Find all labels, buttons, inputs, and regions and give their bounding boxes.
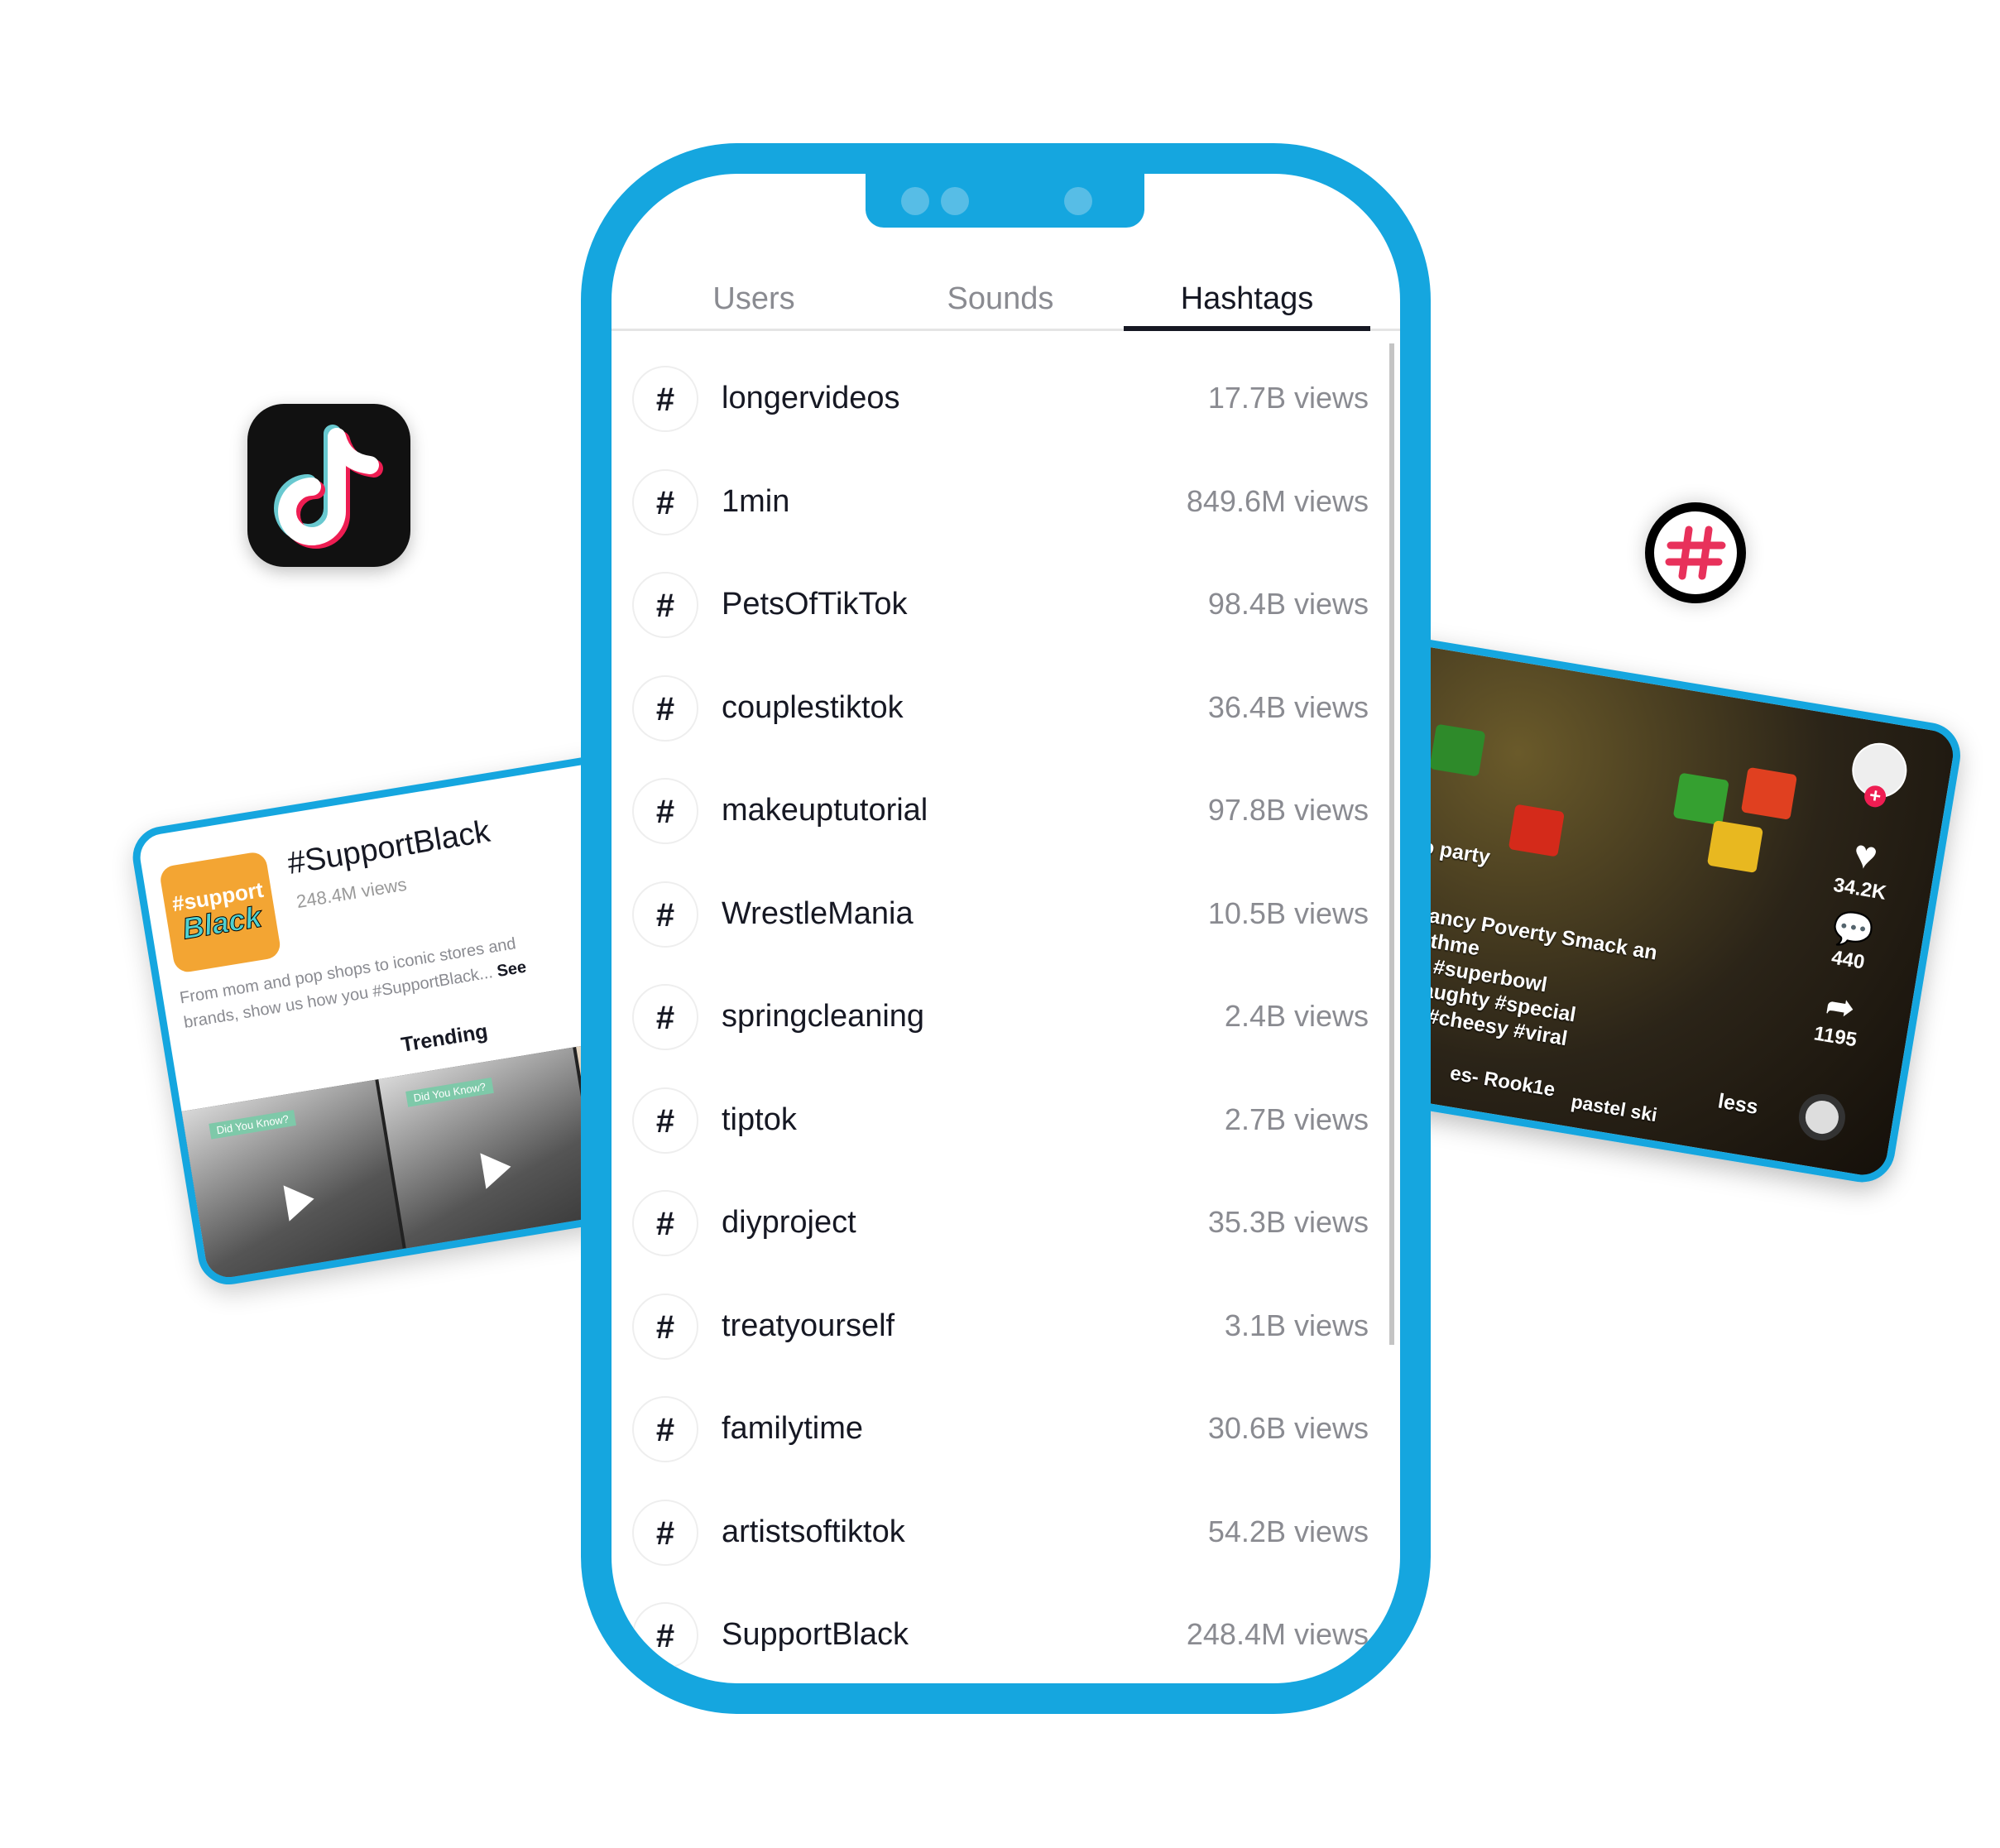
hashtag-row[interactable]: # 1min 849.6M views xyxy=(632,461,1369,544)
hashtag-views: 10.5B views xyxy=(1207,895,1369,930)
hashtag-name: makeuptutorial xyxy=(722,793,928,828)
hashtag-row[interactable]: # couplestiktok 36.4B views xyxy=(632,667,1369,750)
hashtag-row[interactable]: # PetsOfTikTok 98.4B views xyxy=(632,564,1369,646)
hashtag-icon: # xyxy=(632,674,698,742)
scrollbar[interactable] xyxy=(1389,343,1394,1345)
hashtag-row[interactable]: # WrestleMania 10.5B views xyxy=(632,873,1369,956)
hashtag-icon: # xyxy=(632,1087,698,1154)
hashtag-name: springcleaning xyxy=(722,999,925,1034)
hashtag-icon: # xyxy=(632,984,698,1050)
hashtag-row[interactable]: # tiptok 2.7B views xyxy=(632,1079,1369,1162)
hashtag-name: PetsOfTikTok xyxy=(722,587,908,622)
hashtag-icon: # xyxy=(632,1190,698,1256)
hashtag-row[interactable]: # treatyourself 3.1B views xyxy=(632,1285,1369,1368)
hashtag-icon: # xyxy=(632,468,698,535)
hashtag-row[interactable]: # diyproject 35.3B views xyxy=(632,1182,1369,1265)
music-title-scroll: pastel ski xyxy=(1569,1090,1659,1126)
hashtag-row[interactable]: # SupportBlack 248.4M views xyxy=(632,1594,1369,1677)
hashtag-icon: # xyxy=(632,1293,698,1360)
hashtag-name: couplestiktok xyxy=(722,689,904,725)
hashtag-row[interactable]: # artistsoftiktok 54.2B views xyxy=(632,1491,1369,1574)
hashtag-views: 97.8B views xyxy=(1207,793,1369,827)
play-icon xyxy=(480,1148,515,1189)
share-button[interactable]: ➦ 1195 xyxy=(1796,982,1880,1055)
hashtag-views: 849.6M views xyxy=(1186,483,1369,518)
hashtag-views: 30.6B views xyxy=(1207,1411,1369,1445)
hashtag-icon: # xyxy=(632,366,698,432)
creator-avatar[interactable]: + xyxy=(1837,737,1921,814)
hashtag-name: diyproject xyxy=(722,1205,856,1240)
hashtag-icon: # xyxy=(632,572,698,638)
hashtag-icon: # xyxy=(632,881,698,948)
hashtag-views: 35.3B views xyxy=(1207,1205,1369,1239)
hashtag-views: 54.2B views xyxy=(1207,1514,1369,1548)
hashtag-name: WrestleMania xyxy=(722,895,914,931)
like-button[interactable]: ♥ 34.2K xyxy=(1821,827,1906,907)
music-title: es- Rook1e xyxy=(1448,1062,1557,1102)
video-thumbnail[interactable]: Did You Know? xyxy=(378,1047,605,1275)
video-thumbnail[interactable]: Did You Know? xyxy=(181,1079,408,1289)
hashtag-icon: # xyxy=(632,1602,698,1668)
hashtag-views: 2.7B views xyxy=(1224,1102,1369,1136)
hashtag-views: 98.4B views xyxy=(1207,587,1369,621)
tab-sounds[interactable]: Sounds xyxy=(947,281,1054,317)
search-tabs: Users Sounds Hashtags xyxy=(612,257,1400,331)
hashtag-row[interactable]: # longervideos 17.7B views xyxy=(632,358,1369,440)
hashtag-name: tiptok xyxy=(722,1102,797,1137)
hashtag-views: 17.7B views xyxy=(1207,381,1369,415)
hashtag-name: treatyourself xyxy=(722,1308,895,1343)
hashtag-icon: # xyxy=(632,1499,698,1566)
phone-notch xyxy=(866,174,1144,228)
hashtag-row[interactable]: # familytime 30.6B views xyxy=(632,1388,1369,1471)
music-disc-icon[interactable] xyxy=(1782,1088,1863,1146)
hashtag-title: #SupportBlack xyxy=(285,814,493,882)
comment-button[interactable]: 💬 440 xyxy=(1810,905,1893,978)
hashtag-badge-icon xyxy=(1645,502,1746,603)
hashtag-name: artistsoftiktok xyxy=(722,1514,905,1549)
hashtag-views: 248.4M views xyxy=(1186,1617,1369,1651)
hashtag-views: 248.4M views xyxy=(295,873,409,913)
phone-frame: Users Sounds Hashtags # longervideos 17.… xyxy=(581,143,1431,1714)
hashtag-name: longervideos xyxy=(722,381,900,415)
tiktok-logo-icon xyxy=(247,404,410,567)
hashtag-name: SupportBlack xyxy=(722,1617,909,1652)
hashtag-icon: # xyxy=(632,778,698,844)
hashtag-avatar: #support Black xyxy=(158,850,282,974)
hashtag-row[interactable]: # springcleaning 2.4B views xyxy=(632,976,1369,1058)
active-tab-indicator xyxy=(1124,326,1370,331)
hashtag-name: 1min xyxy=(722,483,790,519)
tab-hashtags[interactable]: Hashtags xyxy=(1181,281,1314,317)
hashtag-name: familytime xyxy=(722,1411,864,1446)
trending-label: Trending xyxy=(399,1020,490,1057)
hashtag-views: 36.4B views xyxy=(1207,689,1369,724)
see-more-link[interactable]: See xyxy=(496,958,528,981)
less-link[interactable]: less xyxy=(1716,1089,1760,1120)
hashtag-icon: # xyxy=(632,1396,698,1462)
play-icon xyxy=(283,1180,317,1222)
hashtag-row[interactable]: # makeuptutorial 97.8B views xyxy=(632,770,1369,852)
hashtag-views: 3.1B views xyxy=(1224,1308,1369,1342)
hashtag-views: 2.4B views xyxy=(1224,999,1369,1033)
tab-users[interactable]: Users xyxy=(712,281,794,317)
